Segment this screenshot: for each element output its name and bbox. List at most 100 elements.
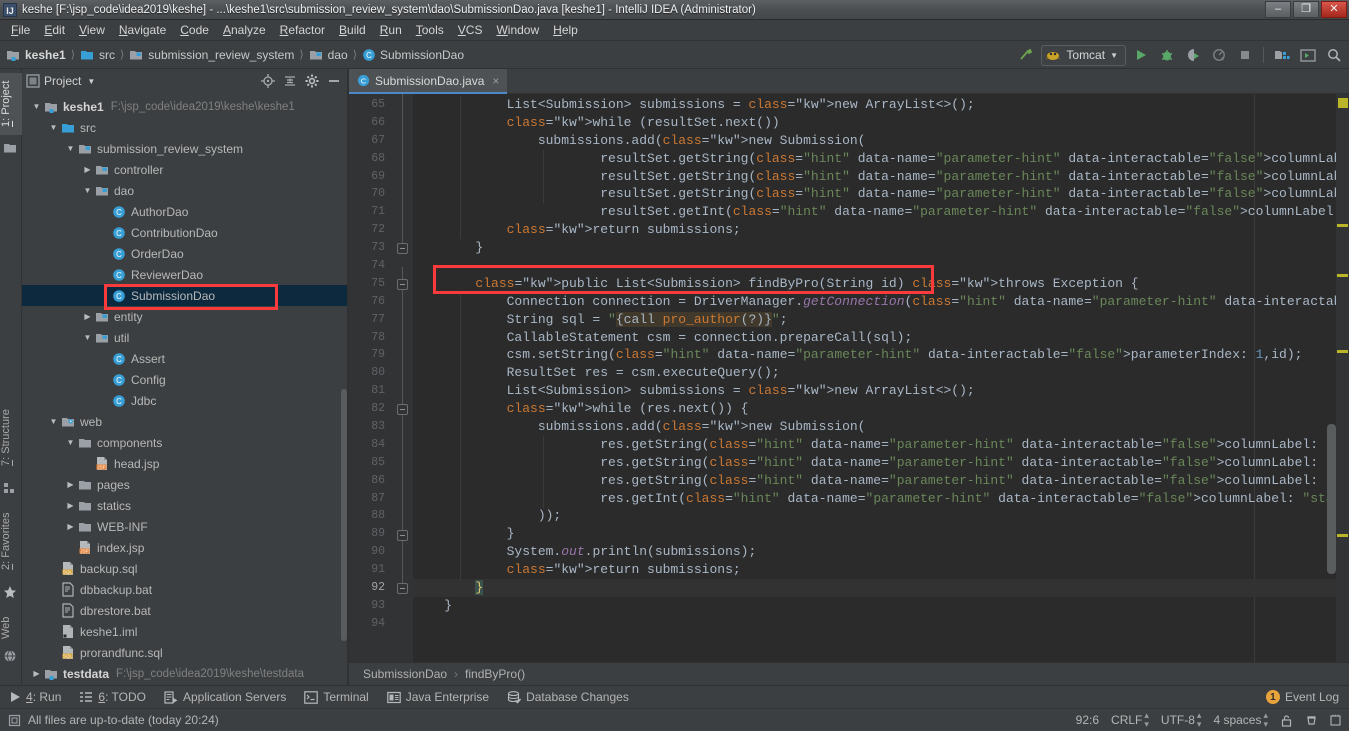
project-structure-icon[interactable] — [1271, 44, 1293, 66]
caret-position[interactable]: 92:6 — [1076, 713, 1099, 727]
chevron-right-icon[interactable]: ▶ — [67, 480, 73, 489]
code-line[interactable]: res.getInt(class="hint" data-name="param… — [413, 490, 1349, 508]
chevron-down-icon[interactable]: ▼ — [84, 186, 92, 195]
tree-node[interactable]: ▼ dao — [22, 180, 348, 201]
code-line[interactable]: resultSet.getString(class="hint" data-na… — [413, 168, 1349, 186]
indent-indicator[interactable]: 4 spaces ▴ ▾ — [1213, 711, 1268, 729]
code-line[interactable]: } — [413, 579, 1349, 597]
tree-twisty[interactable] — [98, 289, 111, 302]
bottom-tab-applicationservers[interactable]: Application Servers — [155, 690, 295, 704]
menu-item-edit[interactable]: Edit — [37, 21, 72, 39]
lock-icon[interactable] — [1280, 714, 1293, 727]
menu-item-analyze[interactable]: Analyze — [216, 21, 273, 39]
tree-twisty[interactable]: ▼ — [81, 184, 94, 197]
tree-node[interactable]: dbrestore.bat — [22, 600, 348, 621]
tree-twisty[interactable] — [98, 352, 111, 365]
code-line[interactable]: submissions.add(class="kw">new Submissio… — [413, 418, 1349, 436]
code-line[interactable] — [413, 615, 1349, 633]
chevron-down-icon[interactable]: ▼ — [67, 144, 75, 153]
settings-gear-icon[interactable] — [302, 71, 322, 91]
code-line[interactable]: class="kw">public List<Submission> findB… — [413, 275, 1349, 293]
navbar-crumb-submissiondao[interactable]: C SubmissionDao — [362, 48, 464, 62]
tree-twisty[interactable] — [47, 583, 60, 596]
close-icon[interactable]: × — [492, 74, 499, 88]
tree-node[interactable]: JSP index.jsp — [22, 537, 348, 558]
hide-icon[interactable] — [324, 71, 344, 91]
navbar-crumb-dao[interactable]: dao — [309, 48, 348, 62]
locate-icon[interactable] — [258, 71, 278, 91]
code-line[interactable]: List<Submission> submissions = class="kw… — [413, 382, 1349, 400]
tree-twisty[interactable]: ▼ — [30, 100, 43, 113]
tree-twisty[interactable]: ▼ — [64, 436, 77, 449]
run-with-coverage-icon[interactable] — [1182, 44, 1204, 66]
chevron-down-icon[interactable]: ▼ — [84, 333, 92, 342]
tree-node[interactable]: JSP head.jsp — [22, 453, 348, 474]
tree-twisty[interactable]: ▼ — [64, 142, 77, 155]
bottom-tab-databasechanges[interactable]: Database Changes — [498, 690, 638, 704]
tree-twisty[interactable]: ▶ — [64, 520, 77, 533]
tree-twisty[interactable] — [98, 205, 111, 218]
code-line[interactable]: class="kw">while (res.next()) { — [413, 400, 1349, 418]
code-line[interactable]: class="kw">return submissions; — [413, 561, 1349, 579]
tree-twisty[interactable] — [81, 457, 94, 470]
event-log-button[interactable]: 1 Event Log — [1265, 690, 1349, 704]
tree-node-selected[interactable]: C SubmissionDao — [22, 285, 348, 306]
chevron-down-icon[interactable]: ▼ — [50, 417, 58, 426]
tree-twisty[interactable] — [98, 394, 111, 407]
menu-item-file[interactable]: File — [4, 21, 37, 39]
code-editor[interactable]: 65 66 67 68 69 70 71 72 73 74 75 76 77 78 79 80 81 82 83 84… — [349, 94, 1349, 685]
warning-stripe-marker[interactable] — [1337, 224, 1348, 227]
tree-twisty[interactable] — [47, 604, 60, 617]
tree-node[interactable]: ▼ submission_review_system — [22, 138, 348, 159]
navbar-crumb-keshe1[interactable]: keshe1 — [6, 48, 66, 62]
fold-collapse-icon[interactable] — [397, 529, 408, 541]
tool-window-tab-project[interactable]: 1: Project — [0, 73, 22, 135]
menu-item-help[interactable]: Help — [546, 21, 585, 39]
tree-node[interactable]: C Jdbc — [22, 390, 348, 411]
chevron-down-icon[interactable]: ▼ — [50, 123, 58, 132]
menu-item-code[interactable]: Code — [173, 21, 216, 39]
code-text[interactable]: List<Submission> submissions = class="kw… — [413, 94, 1349, 685]
tree-node[interactable]: ▶ entity — [22, 306, 348, 327]
close-button[interactable]: ✕ — [1321, 1, 1347, 18]
inspections-icon[interactable] — [1305, 714, 1318, 727]
debug-icon[interactable] — [1156, 44, 1178, 66]
search-everywhere-icon[interactable] — [1323, 44, 1345, 66]
menu-item-navigate[interactable]: Navigate — [112, 21, 173, 39]
fold-collapse-icon[interactable] — [397, 243, 408, 255]
console-icon[interactable] — [1297, 44, 1319, 66]
bottom-tab-terminal[interactable]: Terminal — [295, 690, 377, 704]
tree-node[interactable]: ▶ controller — [22, 159, 348, 180]
tool-window-tab-structure[interactable]: 7: Structure — [0, 399, 22, 477]
tree-node[interactable]: ▼ util — [22, 327, 348, 348]
tree-twisty[interactable] — [47, 562, 60, 575]
tree-node[interactable]: dbbackup.bat — [22, 579, 348, 600]
tool-window-tab-web[interactable]: Web — [0, 609, 22, 647]
tree-twisty[interactable]: ▶ — [64, 478, 77, 491]
minimize-button[interactable]: – — [1265, 1, 1291, 18]
menu-item-window[interactable]: Window — [489, 21, 546, 39]
code-line[interactable]: resultSet.getInt(class="hint" data-name=… — [413, 203, 1349, 221]
code-line[interactable]: } — [413, 525, 1349, 543]
code-line[interactable]: resultSet.getString(class="hint" data-na… — [413, 150, 1349, 168]
line-separator-indicator[interactable]: CRLF ▴ ▾ — [1111, 711, 1149, 729]
tool-window-tab-favorites[interactable]: 2: Favorites — [0, 501, 22, 581]
menu-item-refactor[interactable]: Refactor — [273, 21, 332, 39]
error-stripe-markers[interactable] — [1336, 94, 1349, 685]
code-line[interactable]: String sql = "{call pro_author(?)}"; — [413, 311, 1349, 329]
tree-twisty[interactable]: ▶ — [64, 499, 77, 512]
run-configuration-selector[interactable]: Tomcat ▼ — [1041, 44, 1126, 66]
navbar-crumb-submission_review_system[interactable]: submission_review_system — [129, 48, 294, 62]
code-line[interactable]: submissions.add(class="kw">new Submissio… — [413, 132, 1349, 150]
chevron-right-icon[interactable]: ▶ — [67, 522, 73, 531]
tree-twisty[interactable]: ▼ — [81, 331, 94, 344]
code-line[interactable]: csm.setString(class="hint" data-name="pa… — [413, 346, 1349, 364]
menu-item-vcs[interactable]: VCS — [451, 21, 490, 39]
tree-node[interactable]: ▶ testdata F:\jsp_code\idea2019\keshe\tes… — [22, 663, 348, 684]
code-line[interactable]: Connection connection = DriverManager.ge… — [413, 293, 1349, 311]
tree-node[interactable]: C OrderDao — [22, 243, 348, 264]
code-line[interactable]: } — [413, 597, 1349, 615]
run-icon[interactable] — [1130, 44, 1152, 66]
tree-twisty[interactable] — [98, 373, 111, 386]
tree-twisty[interactable] — [98, 226, 111, 239]
